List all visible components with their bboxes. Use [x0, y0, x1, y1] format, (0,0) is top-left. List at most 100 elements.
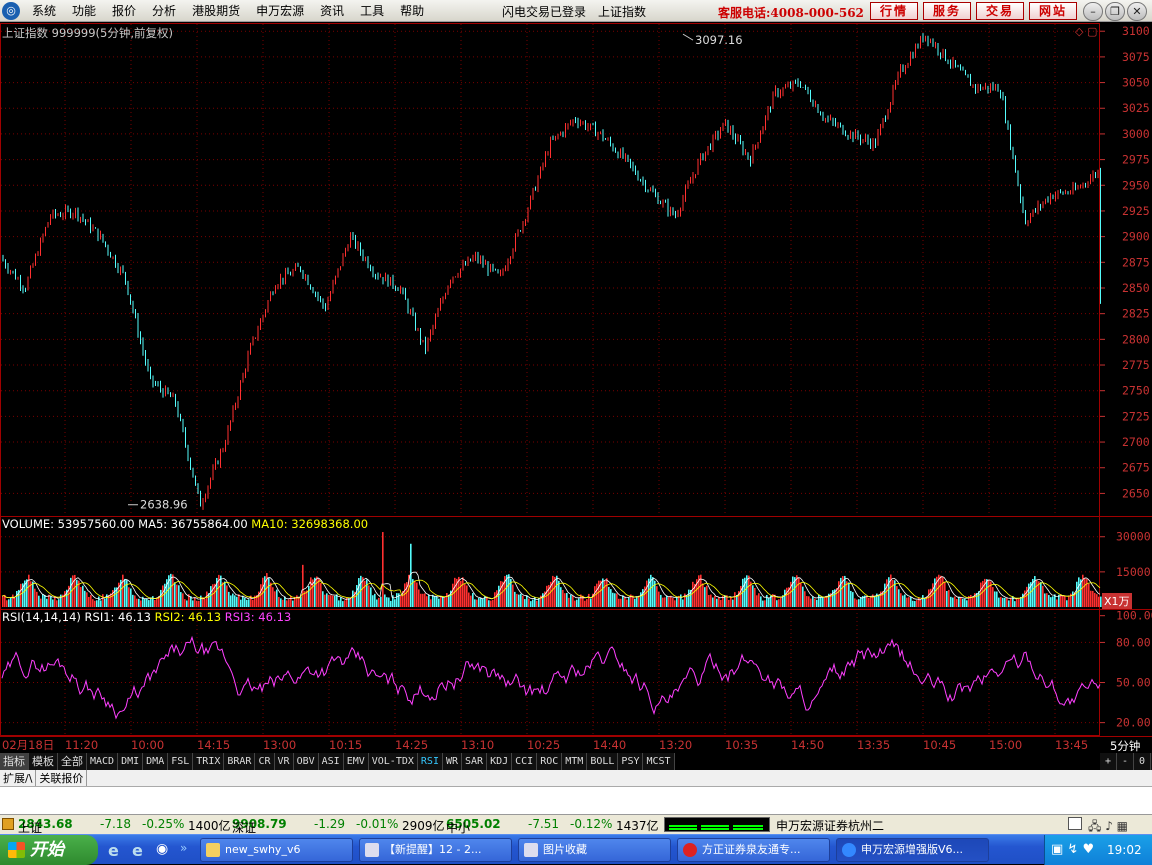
volume-bar [1012, 595, 1014, 607]
tab-指标[interactable]: 指标 [0, 753, 29, 770]
sz-index[interactable]: 深证 9908.79 [232, 817, 287, 835]
volume-bar [96, 600, 98, 607]
alert-icon[interactable] [2, 818, 14, 830]
volume-bar [762, 600, 764, 607]
volume-bar [658, 591, 660, 607]
volume-bar [416, 582, 418, 607]
tab-rsi[interactable]: RSI [417, 753, 443, 770]
ie-icon[interactable]: e [108, 841, 119, 860]
volume-bar [986, 579, 988, 607]
tray-icons[interactable]: ▣ ↯ ♥ [1051, 842, 1094, 857]
chart-area[interactable]: 3100 3075 3050 3025 3000 2975 2950 2925 2900 2875… [0, 23, 1152, 753]
tab-vr[interactable]: VR [274, 753, 294, 770]
remove-tab-button[interactable]: - [1117, 753, 1134, 770]
volume-bar [982, 580, 984, 607]
restore-icon[interactable]: ❐ [1105, 2, 1125, 21]
volume-bar [1094, 592, 1096, 607]
expand-icon[interactable]: » [180, 841, 187, 855]
tab-boll[interactable]: BOLL [587, 753, 619, 770]
period-label[interactable]: 5分钟 [1110, 738, 1140, 754]
tab-extension[interactable]: 扩展/\ [0, 770, 37, 786]
tab-wr[interactable]: WR [442, 753, 463, 770]
tab-mcst[interactable]: MCST [643, 753, 675, 770]
volume-bar [366, 579, 368, 607]
menu-item-2[interactable]: 报价 [104, 2, 144, 19]
menu-item-3[interactable]: 分析 [144, 2, 184, 19]
volume-bar [204, 598, 206, 607]
tab-mtm[interactable]: MTM [562, 753, 588, 770]
tab-asi[interactable]: ASI [318, 753, 344, 770]
volume-bar [892, 579, 894, 607]
tab-vol-tdx[interactable]: VOL-TDX [368, 753, 418, 770]
reset-tab-button[interactable]: 0 [1134, 753, 1151, 770]
menu-item-6[interactable]: 资讯 [312, 2, 352, 19]
taskbar-item-folder[interactable]: new_swhy_v6 [200, 838, 353, 862]
tab-全部[interactable]: 全部 [58, 753, 87, 770]
volume-bar [902, 595, 904, 607]
volume-bar [810, 598, 812, 607]
volume-bar [1066, 600, 1068, 607]
volume-bar [712, 597, 714, 607]
close-icon[interactable]: ✕ [1127, 2, 1147, 21]
tab-emv[interactable]: EMV [343, 753, 369, 770]
tab-brar[interactable]: BRAR [224, 753, 256, 770]
website-button[interactable]: 网站 [1029, 2, 1077, 20]
tab-dma[interactable]: DMA [143, 753, 169, 770]
volume-bar [92, 599, 94, 607]
tab-trix[interactable]: TRIX [193, 753, 225, 770]
service-button[interactable]: 服务 [923, 2, 971, 20]
tab-macd[interactable]: MACD [87, 753, 119, 770]
menu-item-0[interactable]: 系统 [24, 2, 64, 19]
volume-bar [238, 594, 240, 607]
media-icon[interactable]: ◉ [156, 841, 168, 857]
volume-bar [436, 596, 438, 607]
menu-item-4[interactable]: 港股期货 [184, 2, 248, 19]
tab-cr[interactable]: CR [255, 753, 275, 770]
volume-bar [508, 574, 510, 607]
tab-obv[interactable]: OBV [293, 753, 319, 770]
zx-index[interactable]: 中小 6505.02 [446, 817, 501, 835]
sh-index[interactable]: 上证 2843.68 [18, 817, 73, 835]
tab-fsl[interactable]: FSL [168, 753, 194, 770]
ie-icon-2[interactable]: e [132, 841, 143, 860]
taskbar-item-browser[interactable]: 【新提醒】12 - 2... [359, 838, 512, 862]
volume-bar [136, 598, 138, 607]
taskbar-item-pictures[interactable]: 图片收藏 [518, 838, 671, 862]
volume-bar [394, 599, 396, 607]
tab-psy[interactable]: PSY [618, 753, 644, 770]
y-tick-label: 2850 [1122, 281, 1150, 295]
chart-tools-icon[interactable]: ◇ ▢ [1075, 25, 1097, 38]
tab-sar[interactable]: SAR [462, 753, 488, 770]
volume-bar [414, 580, 416, 607]
volume-bar [814, 598, 816, 607]
volume-bar [618, 598, 620, 607]
trade-button[interactable]: 交易 [976, 2, 1024, 20]
layout-icon[interactable] [1068, 817, 1082, 830]
volume-bar [370, 587, 372, 607]
menu-item-8[interactable]: 帮助 [392, 2, 432, 19]
tab-kdj[interactable]: KDJ [487, 753, 513, 770]
y-tick-label: 2725 [1122, 409, 1150, 423]
menu-item-7[interactable]: 工具 [352, 2, 392, 19]
add-tab-button[interactable]: + [1100, 753, 1117, 770]
taskbar-item-swhy[interactable]: 申万宏源增强版V6... [836, 838, 989, 862]
volume-bar [376, 599, 378, 607]
tab-related-quotes[interactable]: 关联报价 [36, 770, 88, 786]
tab-roc[interactable]: ROC [537, 753, 563, 770]
volume-bar [512, 584, 514, 607]
menu-item-5[interactable]: 申万宏源 [248, 2, 312, 19]
volume-bar [122, 574, 124, 607]
tab-dmi[interactable]: DMI [118, 753, 144, 770]
tab-模板[interactable]: 模板 [29, 753, 58, 770]
volume-bar [1016, 598, 1018, 607]
minimize-icon[interactable]: – [1083, 2, 1103, 21]
volume-bar [490, 600, 492, 607]
tab-cci[interactable]: CCI [512, 753, 538, 770]
volume-bar [622, 595, 624, 607]
taskbar-item-founder[interactable]: 方正证券泉友通专... [677, 838, 830, 862]
founder-icon [683, 843, 697, 857]
menu-item-1[interactable]: 功能 [64, 2, 104, 19]
y-tick-label: 3000 [1122, 127, 1150, 141]
start-button[interactable]: 开始 [0, 835, 98, 865]
market-button[interactable]: 行情 [870, 2, 918, 20]
